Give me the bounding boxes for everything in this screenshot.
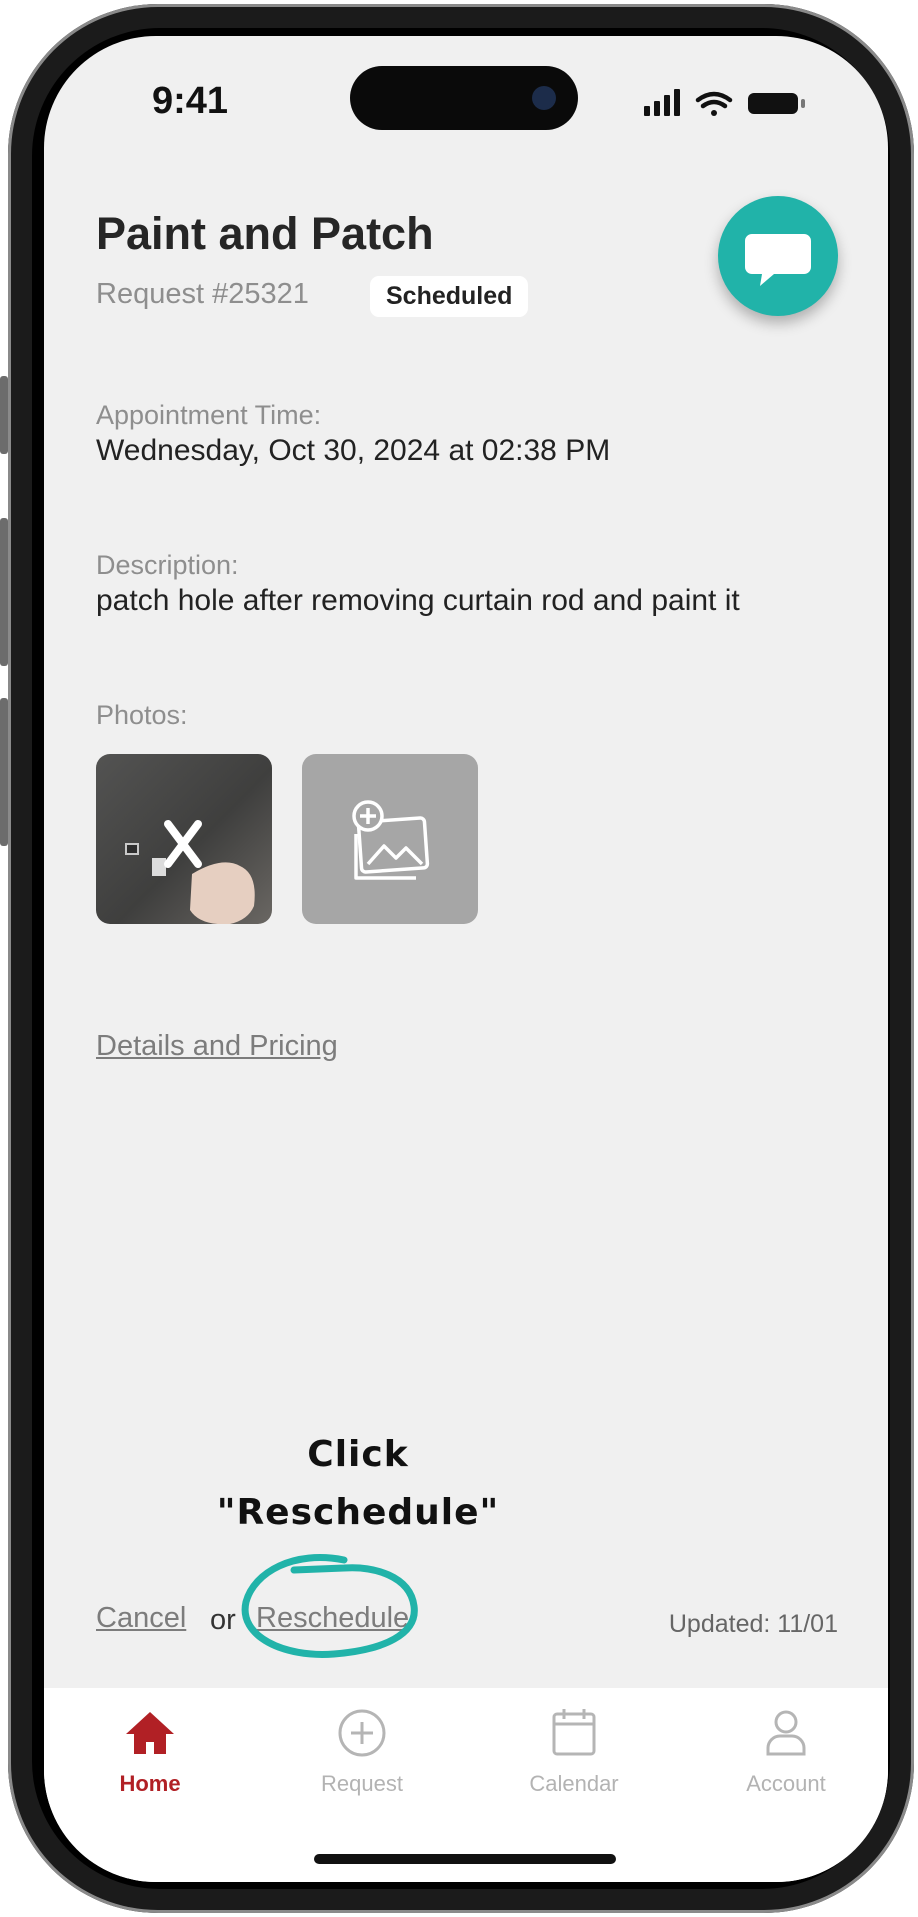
photo-thumbnail[interactable] (96, 754, 272, 924)
tab-calendar[interactable]: Calendar (494, 1706, 654, 1797)
updated-date: Updated: 11/01 (668, 1610, 838, 1638)
annotation-line-2: "Reschedule" (216, 1492, 500, 1533)
battery-icon (748, 93, 805, 114)
tab-home[interactable]: Home (70, 1706, 230, 1797)
description-label: Description: (96, 550, 239, 580)
home-indicator (314, 1854, 616, 1864)
tab-home-label: Home (119, 1771, 181, 1796)
page-title: Paint and Patch (96, 208, 434, 259)
chat-bubble-icon (745, 234, 811, 286)
instruction-annotation: Click "Reschedule" (178, 1426, 538, 1542)
appointment-label: Appointment Time: (96, 400, 322, 430)
status-bar: 9:41 (44, 36, 888, 156)
photos-label: Photos: (96, 700, 188, 730)
add-photo-button[interactable] (302, 754, 478, 924)
signal-icon (644, 89, 680, 116)
user-icon (766, 1710, 806, 1756)
request-number: Request #25321 (96, 278, 309, 310)
tab-account[interactable]: Account (706, 1706, 866, 1797)
tab-request-label: Request (321, 1771, 403, 1796)
camera-icon (532, 86, 556, 110)
wifi-icon (695, 91, 733, 116)
description-text: patch hole after removing curtain rod an… (96, 584, 740, 617)
tab-account-label: Account (746, 1771, 826, 1796)
app-screen: 9:41 Paint and Patch Request #25321 Sche… (44, 36, 888, 1882)
cancel-link[interactable]: Cancel (96, 1602, 186, 1635)
tab-calendar-label: Calendar (529, 1771, 619, 1796)
mute-switch (0, 698, 8, 846)
volume-down-button (0, 518, 8, 666)
plus-circle-icon (338, 1709, 386, 1757)
status-badge: Scheduled (370, 276, 529, 317)
highlight-circle (241, 1554, 418, 1658)
or-text: or (210, 1604, 236, 1636)
volume-up-button (0, 376, 8, 454)
appointment-time: Wednesday, Oct 30, 2024 at 02:38 PM (96, 434, 611, 467)
annotation-line-1: Click (307, 1434, 409, 1475)
status-time: 9:41 (152, 80, 229, 122)
details-pricing-link[interactable]: Details and Pricing (96, 1030, 338, 1063)
tab-request[interactable]: Request (282, 1706, 442, 1797)
home-icon (126, 1712, 174, 1754)
chat-button[interactable] (718, 196, 838, 316)
add-photo-icon (352, 800, 430, 880)
calendar-icon (552, 1709, 596, 1756)
dynamic-island (350, 66, 578, 130)
tab-bar: Home Request Calendar Account (44, 1688, 888, 1882)
status-icons (644, 88, 820, 123)
